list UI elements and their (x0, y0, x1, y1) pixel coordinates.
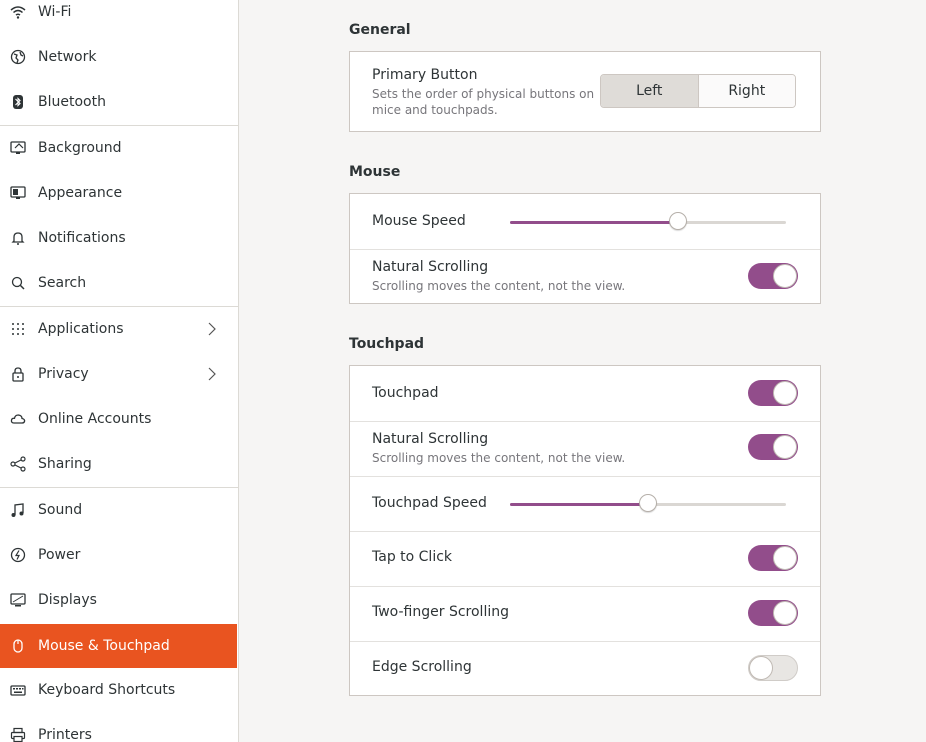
sidebar: Wi-Fi Network Bluetooth Background Appea… (0, 0, 239, 742)
sidebar-item-sound[interactable]: Sound (0, 488, 238, 532)
sidebar-item-label: Network (38, 49, 97, 65)
touchpad-panel: Touchpad Natural Scrolling Scrolling mov… (349, 365, 821, 696)
mouse-panel: Mouse Speed Natural Scrolling Scrolling … (349, 193, 821, 304)
sidebar-item-privacy[interactable]: Privacy (0, 352, 238, 396)
search-icon (9, 274, 27, 292)
touchpad-title: Touchpad (372, 385, 439, 401)
mouse-natural-scrolling-row: Natural Scrolling Scrolling moves the co… (350, 250, 820, 303)
chevron-right-icon (208, 322, 220, 336)
appearance-icon (9, 184, 27, 202)
two-finger-scrolling-toggle[interactable] (748, 600, 798, 626)
network-icon (9, 48, 27, 66)
sidebar-item-label: Sharing (38, 456, 92, 472)
mouse-natural-scrolling-toggle[interactable] (748, 263, 798, 289)
chevron-right-icon (208, 367, 220, 381)
sidebar-item-label: Applications (38, 321, 124, 337)
sidebar-item-printers[interactable]: Printers (0, 713, 238, 742)
touchpad-natural-scrolling-row: Natural Scrolling Scrolling moves the co… (350, 422, 820, 476)
sidebar-item-displays[interactable]: Displays (0, 578, 238, 622)
section-title-touchpad: Touchpad (349, 336, 425, 352)
sidebar-item-label: Online Accounts (38, 411, 152, 427)
sidebar-item-label: Privacy (38, 366, 89, 382)
primary-button-subtitle: Sets the order of physical buttons on mi… (372, 87, 595, 117)
sidebar-item-mouse-touchpad[interactable]: Mouse & Touchpad (0, 624, 237, 668)
wifi-icon (9, 3, 27, 21)
sidebar-item-label: Mouse & Touchpad (38, 638, 170, 654)
sidebar-item-keyboard-shortcuts[interactable]: Keyboard Shortcuts (0, 668, 238, 712)
mouse-natural-scrolling-title: Natural Scrolling (372, 259, 489, 275)
sidebar-item-online-accounts[interactable]: Online Accounts (0, 397, 238, 441)
section-title-general: General (349, 22, 411, 38)
printer-icon (9, 726, 27, 742)
mouse-speed-title: Mouse Speed (372, 213, 466, 229)
edge-scrolling-row: Edge Scrolling (350, 642, 820, 695)
lock-icon (9, 365, 27, 383)
primary-button-selector: Left Right (600, 74, 796, 108)
touchpad-enable-row: Touchpad (350, 366, 820, 421)
sidebar-item-notifications[interactable]: Notifications (0, 216, 238, 260)
music-note-icon (9, 501, 27, 519)
background-icon (9, 139, 27, 157)
bell-icon (9, 229, 27, 247)
sidebar-item-label: Search (38, 275, 87, 291)
touchpad-speed-title: Touchpad Speed (372, 495, 487, 511)
left-button[interactable]: Left (601, 75, 699, 107)
tap-to-click-row: Tap to Click (350, 532, 820, 586)
right-button[interactable]: Right (698, 75, 795, 107)
sidebar-item-label: Bluetooth (38, 94, 106, 110)
edge-scrolling-title: Edge Scrolling (372, 659, 472, 675)
keyboard-icon (9, 681, 27, 699)
sidebar-item-bluetooth[interactable]: Bluetooth (0, 80, 238, 124)
edge-scrolling-toggle[interactable] (748, 655, 798, 681)
share-icon (9, 455, 27, 473)
section-title-mouse: Mouse (349, 164, 401, 180)
general-panel: Primary Button Sets the order of physica… (349, 51, 821, 132)
touchpad-speed-row: Touchpad Speed (350, 477, 820, 531)
power-icon (9, 546, 27, 564)
mouse-speed-handle[interactable] (669, 212, 687, 230)
touchpad-natural-scrolling-subtitle: Scrolling moves the content, not the vie… (372, 451, 626, 465)
mouse-speed-slider[interactable] (510, 212, 786, 232)
sidebar-item-label: Power (38, 547, 81, 563)
touchpad-toggle[interactable] (748, 380, 798, 406)
tap-to-click-title: Tap to Click (372, 549, 453, 565)
two-finger-scrolling-row: Two-finger Scrolling (350, 587, 820, 641)
sidebar-item-label: Displays (38, 592, 97, 608)
sidebar-item-sharing[interactable]: Sharing (0, 442, 238, 486)
sidebar-item-label: Keyboard Shortcuts (38, 682, 176, 698)
sidebar-item-label: Wi-Fi (38, 4, 72, 20)
grid-icon (9, 320, 27, 338)
sidebar-item-label: Background (38, 140, 122, 156)
cloud-icon (9, 410, 27, 428)
two-finger-scrolling-title: Two-finger Scrolling (372, 604, 509, 620)
sidebar-item-label: Sound (38, 502, 83, 518)
sidebar-item-applications[interactable]: Applications (0, 307, 238, 351)
sidebar-item-network[interactable]: Network (0, 35, 238, 79)
sidebar-item-background[interactable]: Background (0, 126, 238, 170)
bluetooth-icon (9, 93, 27, 111)
primary-button-title: Primary Button (372, 67, 478, 83)
tap-to-click-toggle[interactable] (748, 545, 798, 571)
sidebar-item-label: Printers (38, 727, 92, 742)
mouse-natural-scrolling-subtitle: Scrolling moves the content, not the vie… (372, 279, 626, 293)
primary-button-row: Primary Button Sets the order of physica… (350, 52, 820, 131)
mouse-icon (9, 637, 27, 655)
sidebar-item-label: Notifications (38, 230, 126, 246)
sidebar-item-power[interactable]: Power (0, 533, 238, 577)
sidebar-item-search[interactable]: Search (0, 261, 238, 305)
sidebar-item-wifi[interactable]: Wi-Fi (0, 0, 238, 34)
sidebar-item-label: Appearance (38, 185, 123, 201)
touchpad-speed-slider[interactable] (510, 494, 786, 514)
display-icon (9, 591, 27, 609)
touchpad-natural-scrolling-title: Natural Scrolling (372, 431, 489, 447)
touchpad-speed-handle[interactable] (639, 494, 657, 512)
mouse-speed-row: Mouse Speed (350, 194, 820, 249)
touchpad-natural-scrolling-toggle[interactable] (748, 434, 798, 460)
sidebar-item-appearance[interactable]: Appearance (0, 171, 238, 215)
